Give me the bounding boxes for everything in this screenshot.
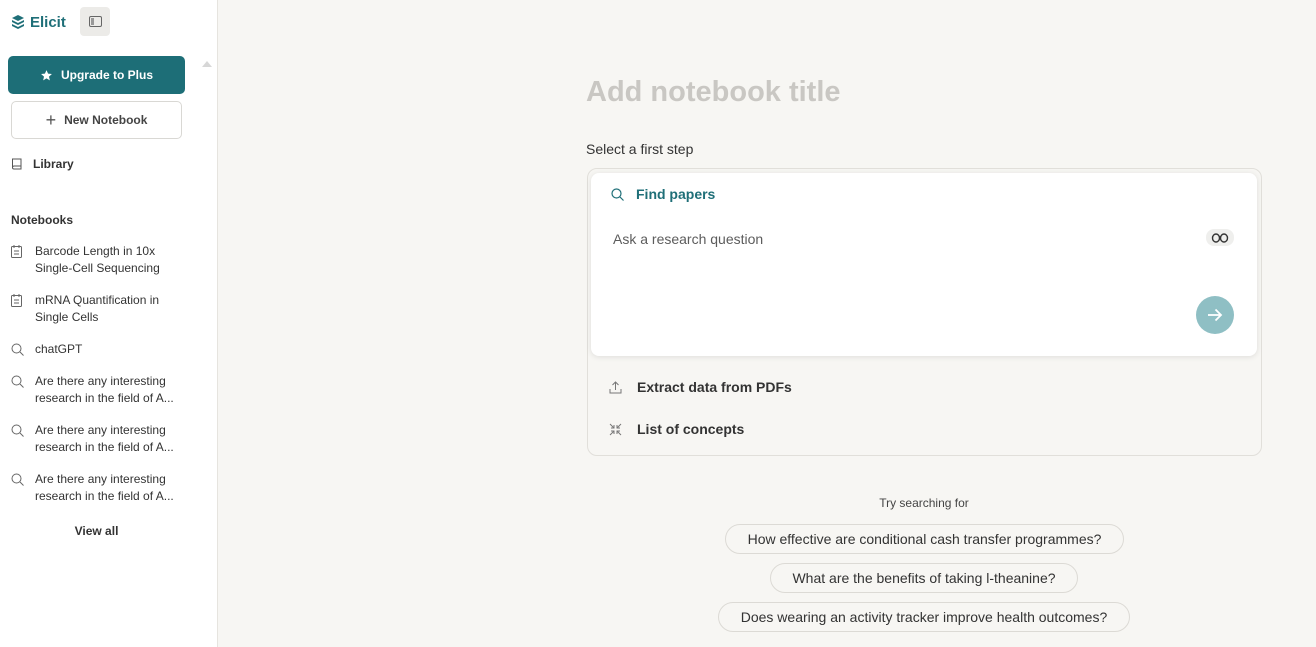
arrow-right-icon: [1208, 308, 1223, 322]
elicit-logo-icon: [12, 15, 24, 29]
book-icon: [12, 158, 22, 169]
suggestion-chip[interactable]: Does wearing an activity tracker improve…: [718, 602, 1130, 632]
notebook-item[interactable]: chatGPT: [11, 341, 191, 361]
notebook-title-line2: research in the field of A...: [35, 391, 174, 405]
notebook-title-line1: Barcode Length in 10x: [35, 244, 156, 258]
view-all-link[interactable]: View all: [0, 524, 193, 538]
notebook-title-line2: research in the field of A...: [35, 440, 174, 454]
glasses-icon[interactable]: [1206, 229, 1234, 246]
upgrade-to-plus-button[interactable]: Upgrade to Plus: [8, 56, 185, 94]
star-icon: [41, 69, 52, 80]
search-icon: [11, 375, 24, 388]
try-searching-label: Try searching for: [879, 496, 969, 510]
notebook-item[interactable]: Are there any interesting research in the…: [11, 373, 191, 407]
research-question-input[interactable]: [613, 228, 1173, 250]
new-notebook-button[interactable]: + New Notebook: [11, 101, 182, 139]
notebook-title-input[interactable]: [586, 73, 1256, 111]
notebooks-heading: Notebooks: [11, 213, 74, 227]
find-papers-card[interactable]: Find papers: [591, 173, 1257, 356]
notebook-item[interactable]: Are there any interesting research in the…: [11, 422, 191, 456]
extract-data-step[interactable]: Extract data from PDFs: [609, 379, 792, 395]
collapse-sidebar-button[interactable]: [80, 7, 110, 36]
notebook-icon: [11, 294, 22, 307]
new-notebook-label: New Notebook: [64, 113, 148, 127]
notebook-title-line1: mRNA Quantification in: [35, 293, 160, 307]
search-icon: [11, 343, 24, 356]
search-icon: [611, 187, 624, 201]
submit-question-button[interactable]: [1196, 296, 1234, 334]
notebook-item[interactable]: Are there any interesting research in the…: [11, 471, 191, 505]
upgrade-label: Upgrade to Plus: [60, 68, 153, 82]
notebook-icon: [11, 245, 22, 258]
notebook-item[interactable]: mRNA Quantification in Single Cells: [11, 292, 191, 326]
extract-data-label: Extract data from PDFs: [637, 379, 792, 395]
list-concepts-step[interactable]: List of concepts: [609, 421, 744, 437]
notebook-title-line1: Are there any interesting: [35, 374, 166, 388]
brand-name: Elicit: [30, 13, 66, 31]
notebook-title-line2: Single Cells: [35, 310, 99, 324]
library-link[interactable]: Library: [11, 155, 74, 173]
suggestion-chip[interactable]: What are the benefits of taking l-theani…: [770, 563, 1078, 593]
notebook-title-line1: Are there any interesting: [35, 472, 166, 486]
suggestion-chip[interactable]: How effective are conditional cash trans…: [725, 524, 1124, 554]
scroll-up-arrow[interactable]: [202, 61, 212, 67]
list-concepts-label: List of concepts: [637, 421, 745, 437]
notebook-title-line1: Are there any interesting: [35, 423, 166, 437]
search-icon: [11, 424, 24, 437]
elicit-logo[interactable]: Elicit: [11, 12, 66, 32]
find-papers-label: Find papers: [636, 186, 716, 202]
plus-icon: +: [45, 110, 57, 130]
notebook-title-line2: research in the field of A...: [35, 489, 174, 503]
upload-icon: [609, 380, 622, 393]
select-step-label: Select a first step: [586, 141, 694, 157]
sidebar-toggle-icon: [88, 16, 102, 27]
concepts-icon: [609, 423, 622, 435]
notebook-item[interactable]: Barcode Length in 10x Single-Cell Sequenc…: [11, 243, 191, 277]
notebook-title-line2: Single-Cell Sequencing: [35, 261, 160, 275]
library-label: Library: [33, 157, 74, 171]
notebook-title-line1: chatGPT: [35, 342, 83, 356]
search-icon: [11, 473, 24, 486]
find-papers-header[interactable]: Find papers: [611, 186, 715, 202]
sidebar: Elicit Upgrade to Plus + New Notebook Li…: [0, 0, 218, 647]
